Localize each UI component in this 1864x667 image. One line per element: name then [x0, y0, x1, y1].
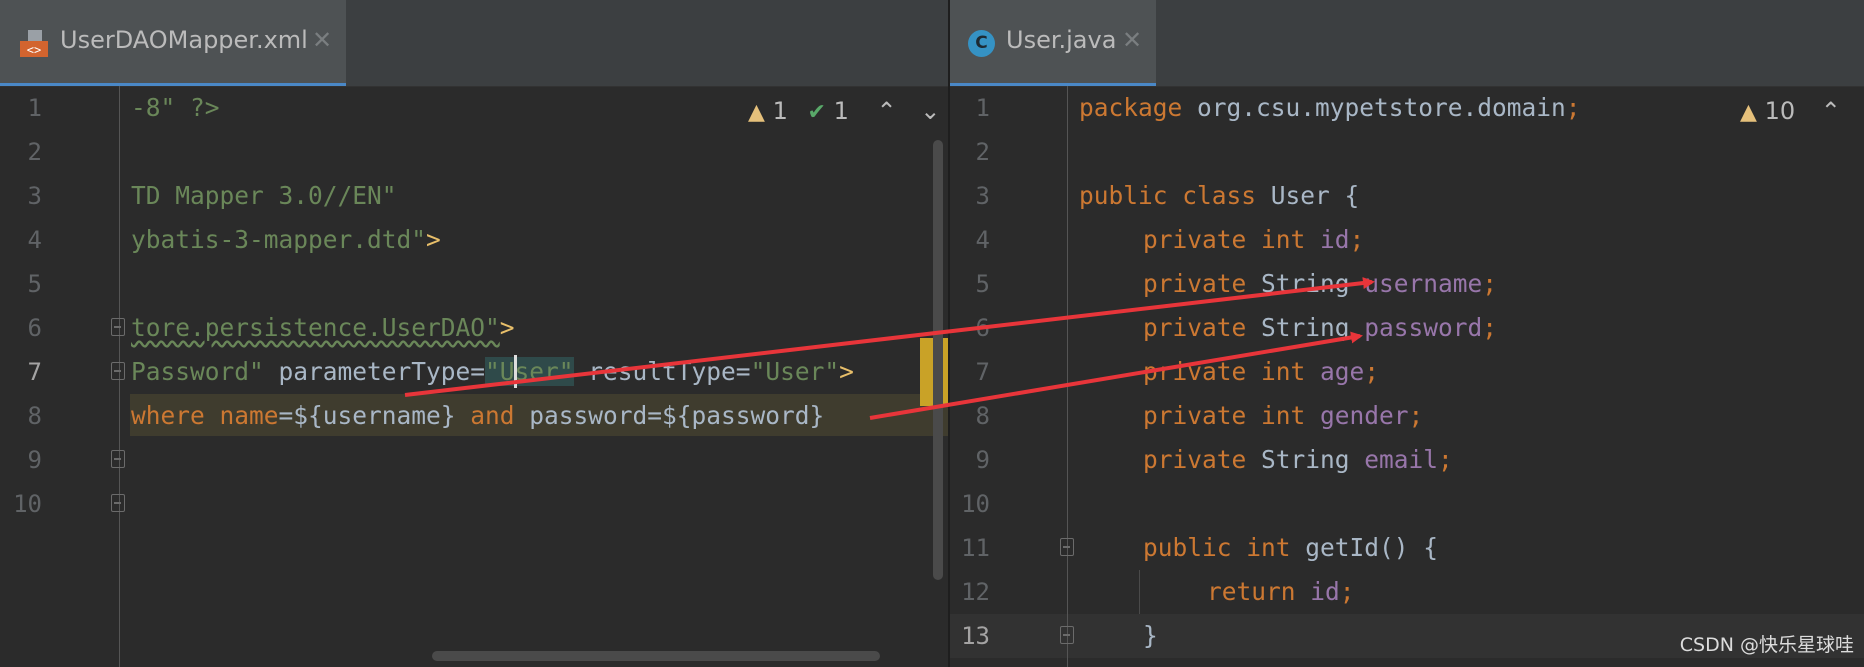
arrow-username	[404, 277, 1375, 397]
arrow-password	[869, 331, 1363, 420]
annotation-arrows	[404, 277, 1375, 420]
watermark: CSDN @快乐星球哇	[1679, 634, 1854, 656]
